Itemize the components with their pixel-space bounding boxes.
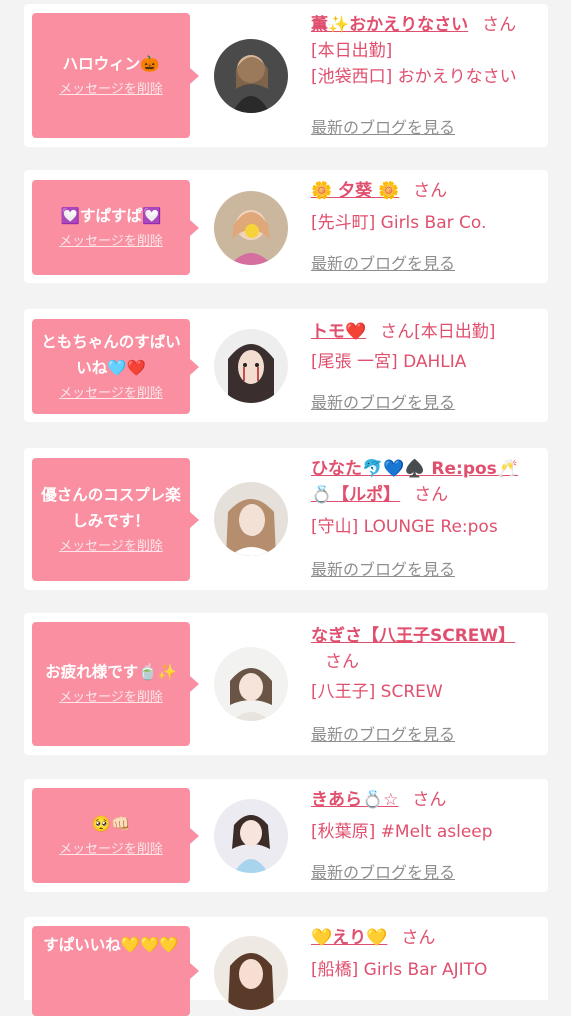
message-bubble: ともちゃんのすばいいね🩵❤️ メッセージを削除: [32, 319, 199, 414]
message-card: 優さんのコスプレ楽しみです！ メッセージを削除 ひなた🐬💙♠️ Re:pos🥂💍…: [24, 448, 548, 590]
message-text: すぱいいね💛💛💛: [43, 936, 179, 954]
shop-name: [八王子] SCREW: [311, 682, 443, 702]
message-card: 🥺👊🏻 メッセージを削除 きあら💍☆ さん [秋葉原] #Melt asleep …: [24, 779, 548, 892]
shop-name: [池袋西口] おかえりなさい: [311, 67, 517, 87]
delete-message-link[interactable]: メッセージを削除: [59, 687, 163, 709]
message-bubble: お疲れ様です🍵✨ メッセージを削除: [32, 622, 199, 746]
san-suffix: さん: [401, 928, 436, 948]
message-card: ともちゃんのすばいいね🩵❤️ メッセージを削除 トモ❤️ さん[本日出勤] [尾張…: [24, 309, 548, 422]
delete-message-link[interactable]: メッセージを削除: [59, 231, 163, 253]
delete-message-link[interactable]: メッセージを削除: [59, 839, 163, 861]
cast-info: なぎさ【八王子SCREW】さん [八王子] SCREW: [311, 623, 537, 705]
avatar[interactable]: [214, 936, 288, 1010]
message-bubble: 🥺👊🏻 メッセージを削除: [32, 788, 199, 883]
cast-info: ひなた🐬💙♠️ Re:pos🥂💍【ルポ】 さん [守山] LOUNGE Re:po…: [311, 456, 537, 540]
work-status: [本日出勤]: [414, 322, 496, 342]
work-status: [本日出勤]: [311, 41, 393, 61]
san-suffix: さん: [412, 790, 447, 810]
avatar[interactable]: [214, 39, 288, 113]
cast-name-link[interactable]: トモ❤️: [311, 322, 366, 342]
latest-blog-link[interactable]: 最新のブログを見る: [311, 114, 455, 138]
avatar[interactable]: [214, 191, 288, 265]
message-text: ハロウィン🎃: [62, 54, 160, 73]
message-bubble: 優さんのコスプレ楽しみです！ メッセージを削除: [32, 458, 199, 581]
shop-name: [守山] LOUNGE Re:pos: [311, 517, 498, 537]
san-suffix: さん: [414, 485, 449, 505]
san-suffix: さん: [380, 322, 415, 342]
cast-info: 薫✨おかえりなさい さん [本日出勤] [池袋西口] おかえりなさい: [311, 12, 537, 90]
shop-name: [尾張 一宮] DAHLIA: [311, 352, 467, 372]
cast-name-link[interactable]: 薫✨おかえりなさい: [311, 15, 468, 35]
shop-name: [船橋] Girls Bar AJITO: [311, 960, 488, 980]
cast-name-link[interactable]: 🌼 夕葵 🌼: [311, 181, 399, 201]
san-suffix: さん: [325, 652, 359, 672]
message-card: ハロウィン🎃 メッセージを削除 薫✨おかえりなさい さん [本日出勤] [池袋西口]…: [24, 4, 548, 147]
message-bubble: すぱいいね💛💛💛: [32, 926, 199, 1016]
message-bubble: 💟すぱすぱ💟 メッセージを削除: [32, 180, 199, 275]
avatar[interactable]: [214, 329, 288, 403]
shop-name: [秋葉原] #Melt asleep: [311, 822, 493, 842]
latest-blog-link[interactable]: 最新のブログを見る: [311, 556, 455, 580]
cast-info: きあら💍☆ さん [秋葉原] #Melt asleep: [311, 787, 537, 845]
cast-name-link[interactable]: きあら💍☆: [311, 790, 398, 810]
avatar[interactable]: [214, 799, 288, 873]
cast-info: 🌼 夕葵 🌼 さん [先斗町] Girls Bar Co.: [311, 178, 537, 236]
message-bubble: ハロウィン🎃 メッセージを削除: [32, 13, 199, 138]
avatar[interactable]: [214, 482, 288, 556]
message-card: お疲れ様です🍵✨ メッセージを削除 なぎさ【八王子SCREW】さん [八王子] …: [24, 613, 548, 755]
message-text: ともちゃんのすばいいね🩵❤️: [41, 332, 181, 377]
cast-info: 💛えり💛 さん [船橋] Girls Bar AJITO: [311, 925, 537, 983]
cast-name-link[interactable]: なぎさ【八王子SCREW】: [311, 626, 515, 646]
message-text: 🥺👊🏻: [91, 814, 131, 833]
latest-blog-link[interactable]: 最新のブログを見る: [311, 250, 455, 274]
message-card: 💟すぱすぱ💟 メッセージを削除 🌼 夕葵 🌼 さん [先斗町] Girls Bar…: [24, 170, 548, 283]
avatar[interactable]: [214, 647, 288, 721]
san-suffix: さん: [482, 15, 517, 35]
message-text: 優さんのコスプレ楽しみです！: [41, 485, 181, 530]
latest-blog-link[interactable]: 最新のブログを見る: [311, 389, 455, 413]
latest-blog-link[interactable]: 最新のブログを見る: [311, 721, 455, 745]
shop-name: [先斗町] Girls Bar Co.: [311, 213, 487, 233]
message-text: 💟すぱすぱ💟: [60, 206, 162, 225]
message-card: すぱいいね💛💛💛 💛えり💛 さん [船橋] Girls Bar AJITO: [24, 917, 548, 1016]
delete-message-link[interactable]: メッセージを削除: [59, 79, 163, 101]
cast-name-link[interactable]: 💛えり💛: [311, 928, 387, 948]
delete-message-link[interactable]: メッセージを削除: [59, 383, 163, 405]
delete-message-link[interactable]: メッセージを削除: [59, 536, 163, 558]
message-text: お疲れ様です🍵✨: [45, 663, 177, 681]
san-suffix: さん: [413, 181, 448, 201]
cast-info: トモ❤️ さん[本日出勤] [尾張 一宮] DAHLIA: [311, 319, 537, 375]
latest-blog-link[interactable]: 最新のブログを見る: [311, 859, 455, 883]
